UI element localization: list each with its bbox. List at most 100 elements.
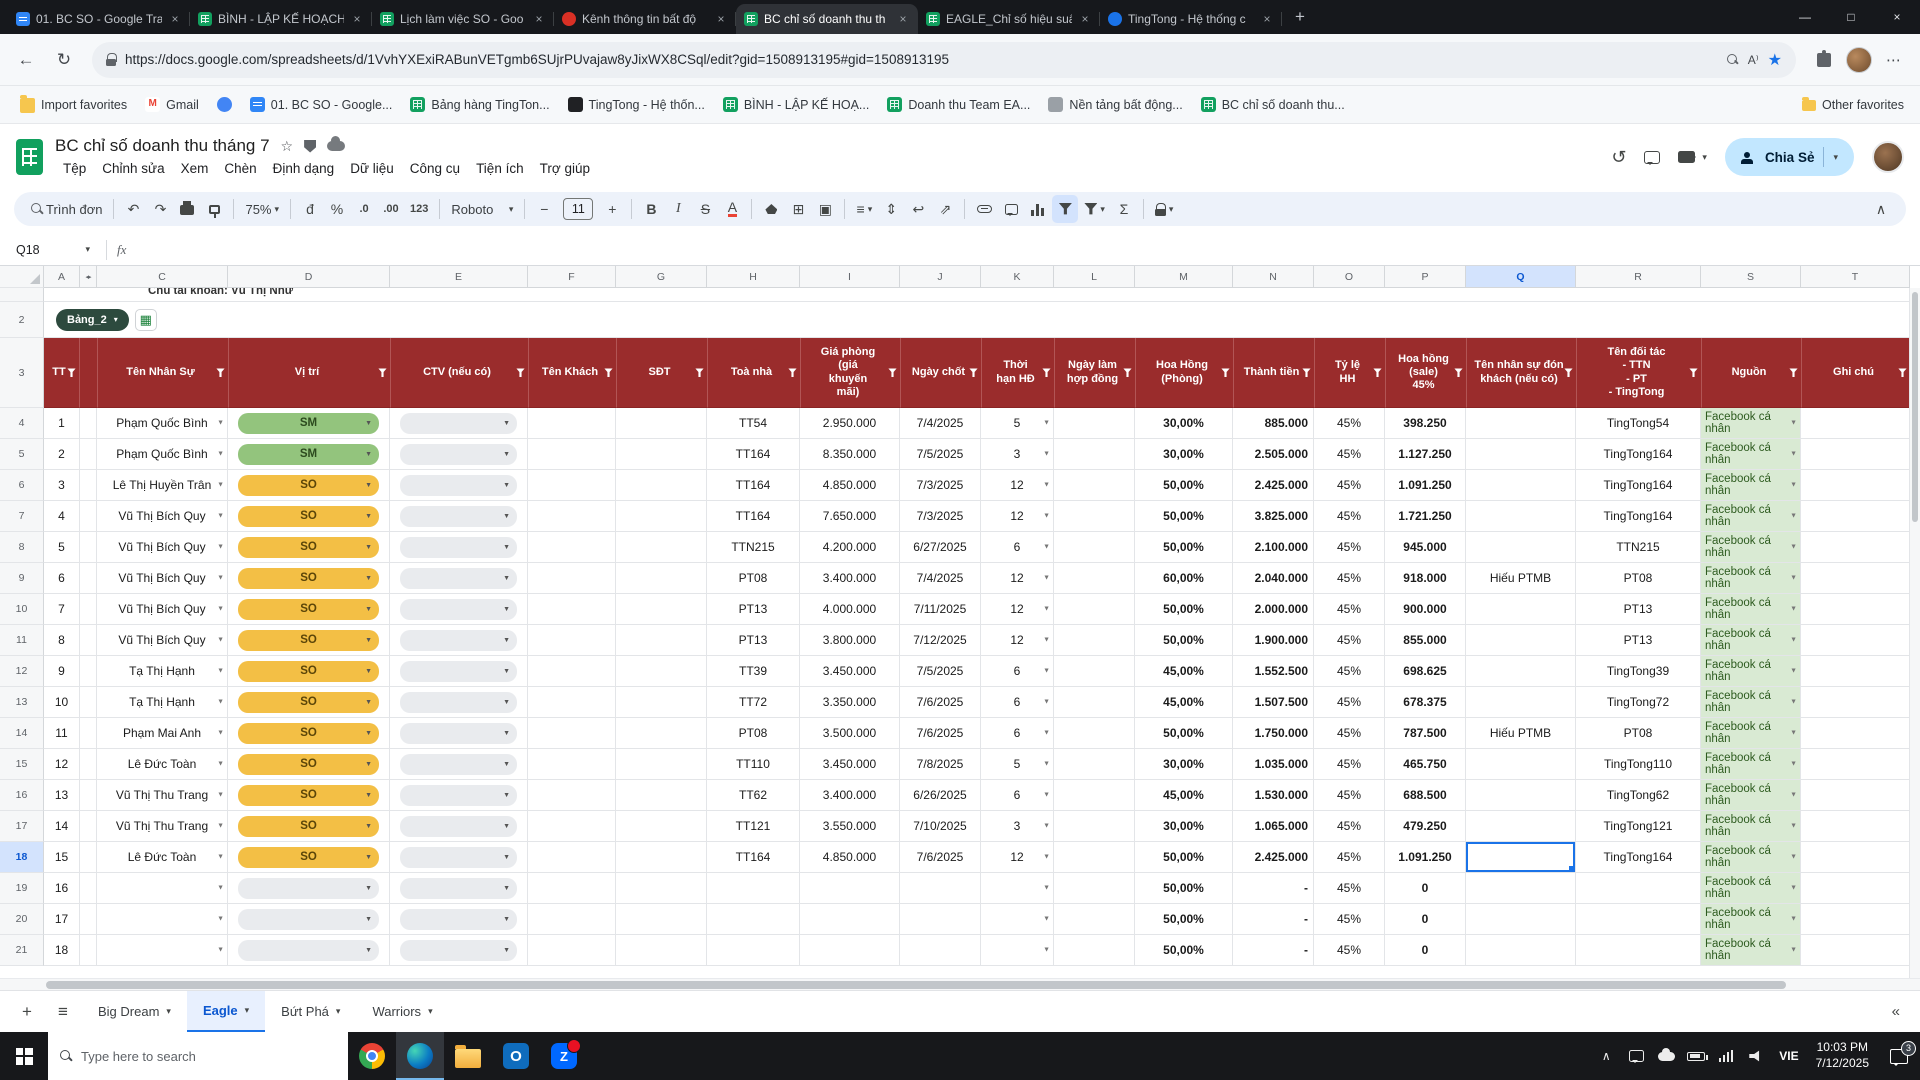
cell-C21[interactable]: ▼ xyxy=(97,935,228,966)
cell-C9[interactable]: Vũ Thị Bích Quy▼ xyxy=(97,563,228,594)
comments-icon[interactable] xyxy=(1644,151,1660,164)
zoom-select[interactable]: 75%▾ xyxy=(240,195,284,223)
cell-L20[interactable] xyxy=(1054,904,1135,935)
cell-S11[interactable]: Facebook cá nhân▼ xyxy=(1701,625,1801,656)
browser-tab[interactable]: EAGLE_Chỉ số hiệu suấ× xyxy=(918,4,1100,34)
cell-E6[interactable]: ▼ xyxy=(390,470,528,501)
cell-K4[interactable]: 5▼ xyxy=(981,408,1054,439)
cell-Q6[interactable] xyxy=(1466,470,1576,501)
sheet-tab-big-dream[interactable]: Big Dream▾ xyxy=(82,991,187,1033)
column-header-E[interactable]: E xyxy=(390,266,528,288)
cell-L13[interactable] xyxy=(1054,687,1135,718)
cell-M4[interactable]: 30,00% xyxy=(1135,408,1233,439)
cell-O13[interactable]: 45% xyxy=(1314,687,1385,718)
cell-B18[interactable] xyxy=(80,842,97,873)
browser-profile-avatar[interactable] xyxy=(1846,47,1872,73)
cell-P15[interactable]: 465.750 xyxy=(1385,749,1466,780)
paint-format-button[interactable] xyxy=(201,195,227,223)
cell-S12[interactable]: Facebook cá nhân▼ xyxy=(1701,656,1801,687)
cell-Q15[interactable] xyxy=(1466,749,1576,780)
cell-K10[interactable]: 12▼ xyxy=(981,594,1054,625)
cell-T12[interactable] xyxy=(1801,656,1910,687)
column-header-K[interactable]: K xyxy=(981,266,1054,288)
cell-K8[interactable]: 6▼ xyxy=(981,532,1054,563)
cell-C11[interactable]: Vũ Thị Bích Quy▼ xyxy=(97,625,228,656)
menu-tệp[interactable]: Tệp xyxy=(55,159,94,178)
cell-P8[interactable]: 945.000 xyxy=(1385,532,1466,563)
cell-P11[interactable]: 855.000 xyxy=(1385,625,1466,656)
cell-F20[interactable] xyxy=(528,904,616,935)
protect-sheet-button[interactable]: ▾ xyxy=(1150,195,1179,223)
column-header-N[interactable]: N xyxy=(1233,266,1314,288)
column-header-R[interactable]: R xyxy=(1576,266,1701,288)
column-title-source[interactable]: Nguồn xyxy=(1702,338,1802,408)
ctv-chip[interactable]: ▼ xyxy=(400,537,517,558)
redo-button[interactable]: ↷ xyxy=(147,195,173,223)
cell-H17[interactable]: TT121 xyxy=(707,811,800,842)
cell-I8[interactable]: 4.200.000 xyxy=(800,532,900,563)
cell-K16[interactable]: 6▼ xyxy=(981,780,1054,811)
minimize-button[interactable]: — xyxy=(1782,0,1828,34)
position-chip[interactable]: ▼ xyxy=(238,878,379,899)
cell-N13[interactable]: 1.507.500 xyxy=(1233,687,1314,718)
filter-funnel-icon[interactable] xyxy=(969,368,978,377)
cell-B10[interactable] xyxy=(80,594,97,625)
cell-S21[interactable]: Facebook cá nhân▼ xyxy=(1701,935,1801,966)
cell-C10[interactable]: Vũ Thị Bích Quy▼ xyxy=(97,594,228,625)
column-header-C[interactable]: C xyxy=(97,266,228,288)
menu-trợ-giúp[interactable]: Trợ giúp xyxy=(532,159,598,178)
row-header-3[interactable]: 3 xyxy=(0,338,44,408)
tab-close-icon[interactable]: × xyxy=(1078,12,1092,26)
cell-O10[interactable]: 45% xyxy=(1314,594,1385,625)
chevron-down-icon[interactable]: ▾ xyxy=(1833,152,1838,163)
cell-L15[interactable] xyxy=(1054,749,1135,780)
ctv-chip[interactable]: ▼ xyxy=(400,630,517,651)
row-header-15[interactable]: 15 xyxy=(0,749,44,780)
bookmark-item[interactable]: BC chỉ số doanh thu... xyxy=(1193,93,1353,116)
undo-button[interactable]: ↶ xyxy=(120,195,146,223)
column-title-price[interactable]: Giá phòng (giá khuyến mãi) xyxy=(801,338,901,408)
cell-O7[interactable]: 45% xyxy=(1314,501,1385,532)
cell-P13[interactable]: 678.375 xyxy=(1385,687,1466,718)
cell-R10[interactable]: PT13 xyxy=(1576,594,1701,625)
cell-M14[interactable]: 50,00% xyxy=(1135,718,1233,749)
cell-G17[interactable] xyxy=(616,811,707,842)
cell-M15[interactable]: 30,00% xyxy=(1135,749,1233,780)
cell-T14[interactable] xyxy=(1801,718,1910,749)
menu-dữ-liệu[interactable]: Dữ liệu xyxy=(342,159,402,178)
cell-E8[interactable]: ▼ xyxy=(390,532,528,563)
cell-F11[interactable] xyxy=(528,625,616,656)
cell-N14[interactable]: 1.750.000 xyxy=(1233,718,1314,749)
cell-J11[interactable]: 7/12/2025 xyxy=(900,625,981,656)
cell-F8[interactable] xyxy=(528,532,616,563)
browser-tab[interactable]: Lịch làm việc SO - Goo× xyxy=(372,4,554,34)
position-chip[interactable]: SO▼ xyxy=(238,630,379,651)
collapse-panel-button[interactable]: « xyxy=(1882,1003,1910,1020)
menu-chỉnh-sửa[interactable]: Chỉnh sửa xyxy=(94,159,172,178)
cell-B6[interactable] xyxy=(80,470,97,501)
position-chip[interactable]: SO▼ xyxy=(238,475,379,496)
cell-B21[interactable] xyxy=(80,935,97,966)
cell-O4[interactable]: 45% xyxy=(1314,408,1385,439)
cell-P14[interactable]: 787.500 xyxy=(1385,718,1466,749)
row-header-20[interactable]: 20 xyxy=(0,904,44,935)
cell-G5[interactable] xyxy=(616,439,707,470)
cell-D5[interactable]: SM▼ xyxy=(228,439,390,470)
cell-L14[interactable] xyxy=(1054,718,1135,749)
text-wrap-button[interactable]: ↩ xyxy=(905,195,931,223)
row-header-1[interactable] xyxy=(0,288,44,302)
position-chip[interactable]: SO▼ xyxy=(238,537,379,558)
cell-E13[interactable]: ▼ xyxy=(390,687,528,718)
tray-chevron-up-icon[interactable]: ∧ xyxy=(1591,1032,1621,1080)
cell-D4[interactable]: SM▼ xyxy=(228,408,390,439)
bookmark-item[interactable]: Bảng hàng TingTon... xyxy=(402,93,557,116)
cell-M20[interactable]: 50,00% xyxy=(1135,904,1233,935)
cell-B4[interactable] xyxy=(80,408,97,439)
taskbar-app-zalo[interactable]: Z xyxy=(540,1032,588,1080)
cell-H15[interactable]: TT110 xyxy=(707,749,800,780)
chat-icon[interactable] xyxy=(1621,1032,1651,1080)
cell-A5[interactable]: 2 xyxy=(44,439,80,470)
cell-E4[interactable]: ▼ xyxy=(390,408,528,439)
cell-Q14[interactable]: Hiếu PTMB xyxy=(1466,718,1576,749)
cell-P12[interactable]: 698.625 xyxy=(1385,656,1466,687)
